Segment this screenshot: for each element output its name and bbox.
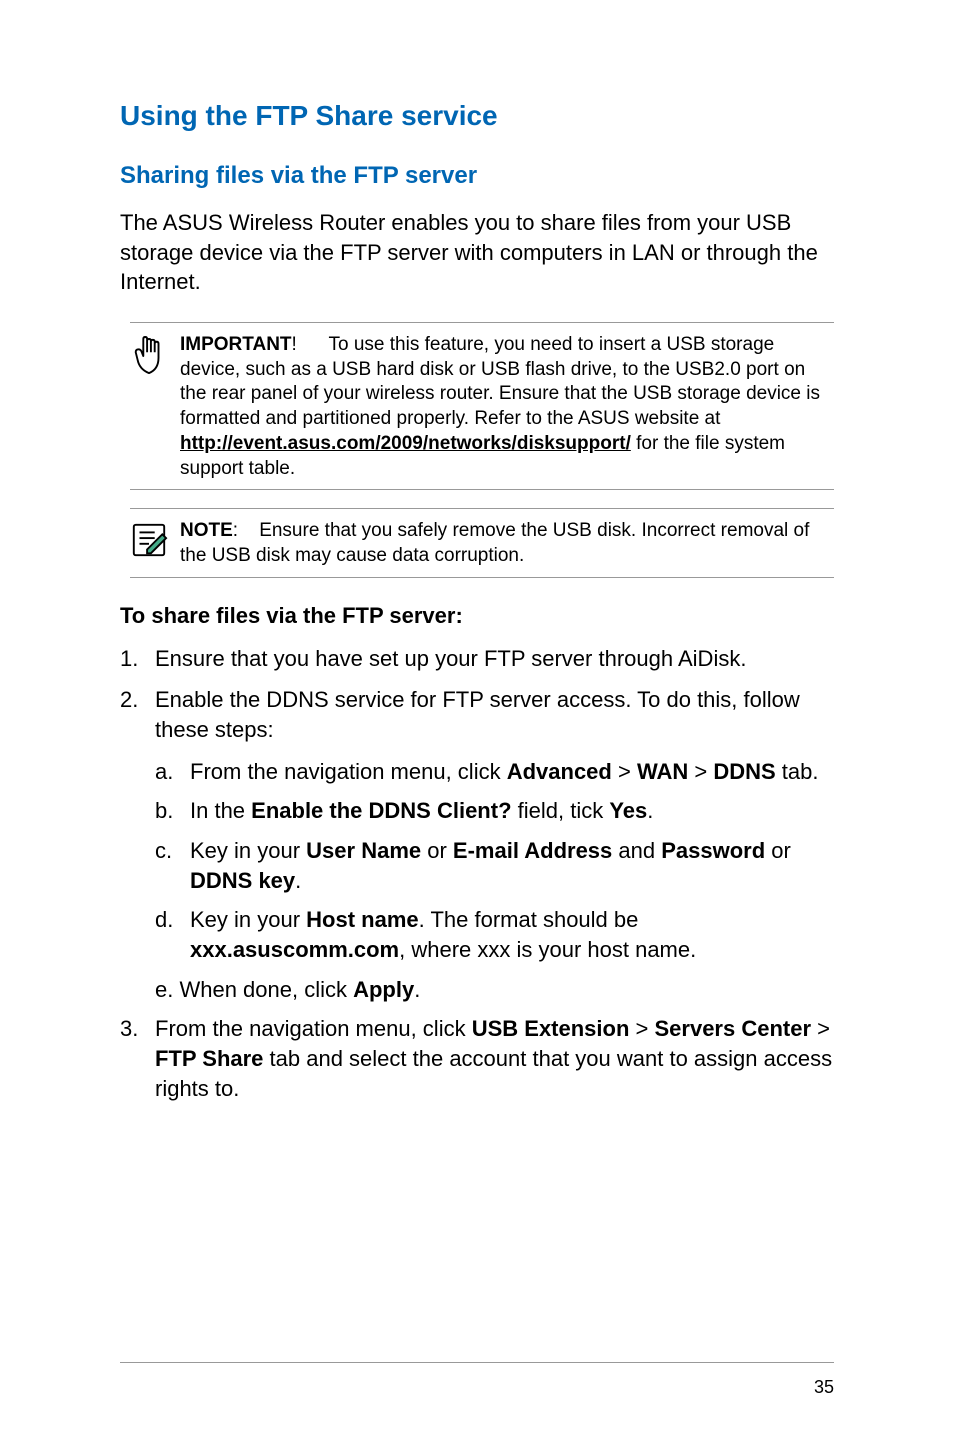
note-callout: NOTE: Ensure that you safely remove the … <box>130 508 834 577</box>
page-heading: Using the FTP Share service <box>120 100 834 132</box>
step-2a: a. From the navigation menu, click Advan… <box>155 757 834 787</box>
footer-divider <box>120 1362 834 1363</box>
important-callout: IMPORTANT! To use this feature, you need… <box>130 322 834 490</box>
disksupport-link[interactable]: http://event.asus.com/2009/networks/disk… <box>180 433 631 454</box>
note-text: NOTE: Ensure that you safely remove the … <box>180 519 834 568</box>
important-text: IMPORTANT! To use this feature, you need… <box>180 333 834 481</box>
step-3: 3. From the navigation menu, click USB E… <box>120 1014 834 1103</box>
step-2e: e. When done, click Apply. <box>155 975 834 1005</box>
step-2b: b. In the Enable the DDNS Client? field,… <box>155 796 834 826</box>
step-1: 1. Ensure that you have set up your FTP … <box>120 644 834 674</box>
intro-paragraph: The ASUS Wireless Router enables you to … <box>120 208 834 297</box>
page-number: 35 <box>814 1377 834 1398</box>
note-icon <box>130 519 180 564</box>
step-2c: c. Key in your User Name or E-mail Addre… <box>155 836 834 895</box>
section-heading: Sharing files via the FTP server <box>120 162 834 190</box>
important-label: IMPORTANT <box>180 334 292 355</box>
step-2: 2. Enable the DDNS service for FTP serve… <box>120 685 834 744</box>
hand-icon <box>130 333 180 382</box>
step-2d: d. Key in your Host name. The format sho… <box>155 905 834 964</box>
steps-heading: To share files via the FTP server: <box>120 603 834 629</box>
note-label: NOTE <box>180 520 233 541</box>
